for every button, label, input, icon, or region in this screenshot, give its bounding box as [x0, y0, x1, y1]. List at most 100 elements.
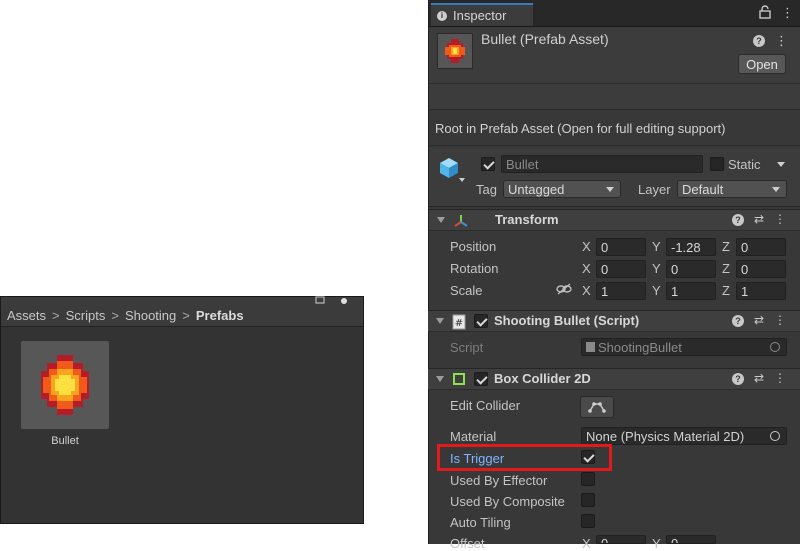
- axis-z-label[interactable]: Z: [722, 239, 730, 254]
- script-field[interactable]: ShootingBullet: [581, 338, 787, 356]
- script-value: ShootingBullet: [598, 339, 682, 355]
- asset-bullet[interactable]: Bullet: [21, 341, 109, 447]
- axis-x-label[interactable]: X: [582, 283, 591, 298]
- gameobject-header: Bullet Static Tag Untagged Layer Default: [429, 148, 800, 207]
- kebab-menu-icon[interactable]: ⋮: [774, 313, 786, 327]
- axis-y-label[interactable]: Y: [652, 261, 661, 276]
- layer-value: Default: [682, 181, 724, 197]
- position-label: Position: [450, 239, 497, 254]
- kebab-menu-icon[interactable]: ⋮: [774, 371, 786, 385]
- chevron-down-icon[interactable]: [459, 178, 465, 182]
- component-title: Transform: [495, 212, 559, 227]
- position-z-field[interactable]: 0: [736, 238, 786, 256]
- lock-icon[interactable]: [759, 5, 771, 19]
- foldout-arrow-icon[interactable]: [437, 217, 445, 223]
- breadcrumb-separator: >: [182, 308, 190, 323]
- auto-tiling-label: Auto Tiling: [450, 515, 511, 530]
- object-picker-icon[interactable]: [770, 431, 780, 441]
- gameobject-active-checkbox[interactable]: [481, 157, 495, 171]
- info-icon: i: [437, 10, 447, 21]
- chevron-down-icon[interactable]: [777, 162, 785, 167]
- axis-x-label[interactable]: X: [582, 239, 591, 254]
- rotation-y-field[interactable]: 0: [666, 260, 716, 278]
- breadcrumb-separator: >: [111, 308, 119, 323]
- kebab-menu-icon[interactable]: ⋮: [774, 212, 786, 226]
- static-label: Static: [728, 157, 761, 172]
- layout-icon[interactable]: [315, 295, 325, 305]
- edit-collider-icon: [588, 402, 606, 413]
- script-icon: #: [452, 314, 466, 330]
- axis-y-label[interactable]: Y: [652, 239, 661, 254]
- script-label: Script: [450, 340, 484, 355]
- component-tools: ? ⇄ ⋮: [731, 371, 786, 385]
- axis-y-label[interactable]: Y: [652, 283, 661, 298]
- rotation-x-field[interactable]: 0: [596, 260, 646, 278]
- presets-icon[interactable]: ⇄: [754, 212, 764, 226]
- breadcrumb-assets[interactable]: Assets: [7, 308, 46, 323]
- edit-collider-button[interactable]: [580, 396, 614, 418]
- offset-y-field[interactable]: 0: [666, 535, 716, 544]
- help-icon[interactable]: ?: [731, 373, 744, 385]
- help-icon[interactable]: ?: [753, 35, 765, 47]
- tag-dropdown[interactable]: Untagged: [503, 180, 621, 198]
- inspector-tab-bar: i Inspector ⋮: [429, 0, 800, 27]
- script-enabled-checkbox[interactable]: [474, 314, 488, 328]
- root-prefab-message: Root in Prefab Asset (Open for full edit…: [429, 112, 800, 146]
- scale-label: Scale: [450, 283, 483, 298]
- help-icon[interactable]: ?: [731, 214, 744, 226]
- box-collider-icon: [453, 373, 465, 385]
- menu-dot-icon[interactable]: [339, 295, 349, 305]
- used-by-effector-checkbox[interactable]: [581, 472, 595, 486]
- breadcrumb-prefabs[interactable]: Prefabs: [196, 308, 244, 323]
- axis-z-label[interactable]: Z: [722, 283, 730, 298]
- auto-tiling-checkbox[interactable]: [581, 514, 595, 528]
- box-collider-header[interactable]: Box Collider 2D ? ⇄ ⋮: [428, 368, 800, 390]
- project-panel: Assets > Scripts > Shooting > Prefabs Bu…: [0, 296, 364, 524]
- position-y-field[interactable]: -1.28: [666, 238, 716, 256]
- component-tools: ? ⇄ ⋮: [731, 212, 786, 226]
- material-label: Material: [450, 429, 497, 444]
- breadcrumb-separator: >: [52, 308, 60, 323]
- used-by-composite-checkbox[interactable]: [581, 493, 595, 507]
- presets-icon[interactable]: ⇄: [754, 313, 764, 327]
- scale-y-field[interactable]: 1: [666, 282, 716, 300]
- link-icon[interactable]: [556, 282, 572, 296]
- material-field[interactable]: None (Physics Material 2D): [581, 427, 787, 445]
- help-icon[interactable]: ?: [731, 315, 744, 327]
- offset-x-field[interactable]: 0: [596, 535, 646, 544]
- scale-z-field[interactable]: 1: [736, 282, 786, 300]
- used-by-effector-label: Used By Effector: [450, 473, 548, 488]
- tab-inspector[interactable]: i Inspector: [431, 3, 533, 26]
- tag-label: Tag: [476, 182, 497, 197]
- layer-dropdown[interactable]: Default: [677, 180, 787, 198]
- axis-z-label[interactable]: Z: [722, 261, 730, 276]
- layer-label: Layer: [638, 182, 671, 197]
- svg-text:#: #: [455, 318, 463, 329]
- bullet-sprite-icon: [41, 355, 89, 415]
- object-picker-icon[interactable]: [770, 342, 780, 352]
- transform-icon: [454, 215, 468, 227]
- breadcrumb-shooting[interactable]: Shooting: [125, 308, 176, 323]
- rotation-label: Rotation: [450, 261, 499, 276]
- kebab-menu-icon[interactable]: ⋮: [781, 5, 794, 21]
- scale-x-field[interactable]: 1: [596, 282, 646, 300]
- bullet-sprite-icon: [445, 39, 465, 63]
- position-x-field[interactable]: 0: [596, 238, 646, 256]
- presets-icon[interactable]: ⇄: [754, 371, 764, 385]
- rotation-z-field[interactable]: 0: [736, 260, 786, 278]
- axis-x-label[interactable]: X: [582, 261, 591, 276]
- transform-header[interactable]: Transform ? ⇄ ⋮: [429, 209, 800, 231]
- kebab-menu-icon[interactable]: ⋮: [775, 33, 788, 49]
- prefab-cube-icon[interactable]: [437, 156, 461, 180]
- tag-value: Untagged: [508, 181, 565, 197]
- collider-enabled-checkbox[interactable]: [474, 372, 488, 386]
- chevron-down-icon: [772, 187, 780, 192]
- foldout-arrow-icon[interactable]: [436, 376, 444, 382]
- foldout-arrow-icon[interactable]: [436, 318, 444, 324]
- static-checkbox[interactable]: [710, 157, 724, 171]
- shooting-bullet-header[interactable]: # Shooting Bullet (Script) ? ⇄ ⋮: [428, 310, 800, 332]
- open-prefab-button[interactable]: Open: [738, 54, 786, 74]
- gameobject-name-field[interactable]: Bullet: [501, 155, 703, 173]
- component-title: Box Collider 2D: [494, 371, 591, 386]
- breadcrumb-scripts[interactable]: Scripts: [66, 308, 106, 323]
